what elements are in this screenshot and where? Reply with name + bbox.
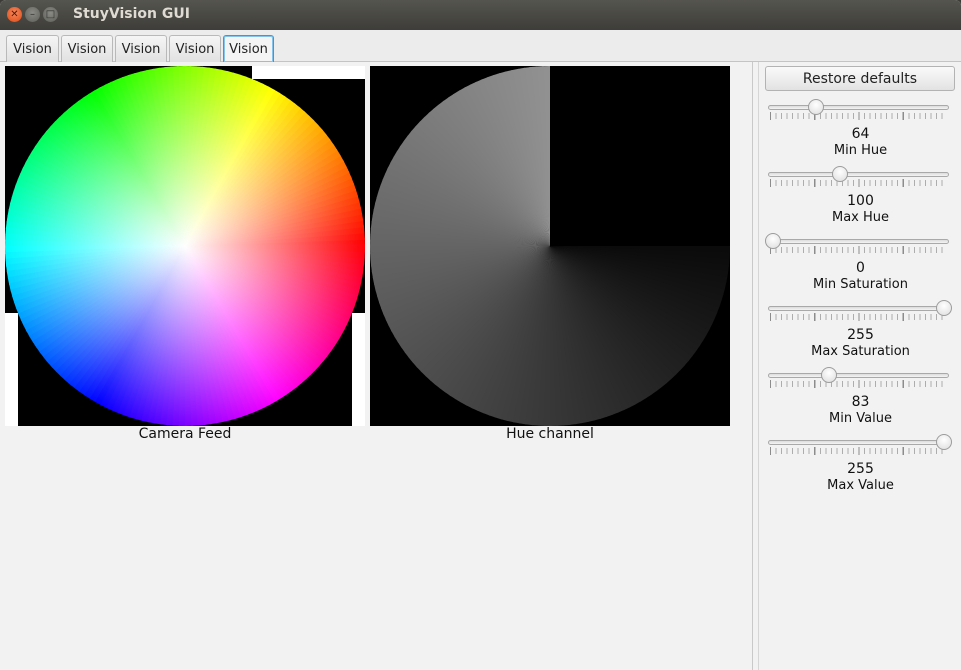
minimize-icon[interactable]: – bbox=[25, 7, 40, 22]
slider-label: Min Saturation bbox=[813, 277, 908, 292]
tab-vision-2[interactable]: Vision bbox=[61, 35, 113, 62]
controls-panel: Restore defaults 64 Min Hue 100 Max Hue 0 Min… bbox=[760, 62, 961, 670]
slider-value: 0 bbox=[856, 260, 865, 276]
slider-track[interactable] bbox=[768, 239, 949, 244]
panel-divider[interactable] bbox=[752, 62, 753, 670]
tab-vision-3[interactable]: Vision bbox=[115, 35, 167, 62]
slider-thumb[interactable] bbox=[936, 434, 952, 450]
slider-major-ticks bbox=[770, 380, 947, 388]
slider-min-saturation[interactable] bbox=[765, 233, 949, 255]
slider-max-hue[interactable] bbox=[768, 166, 949, 188]
slider-major-ticks bbox=[770, 112, 947, 120]
slider-track[interactable] bbox=[768, 105, 949, 110]
slider-track[interactable] bbox=[768, 172, 949, 177]
close-icon[interactable]: ✕ bbox=[7, 7, 22, 22]
panel-divider-edge bbox=[758, 62, 759, 670]
slider-min-value[interactable] bbox=[768, 367, 949, 389]
camera-feed-image bbox=[5, 66, 365, 426]
slider-thumb[interactable] bbox=[831, 166, 848, 182]
tab-vision-4[interactable]: Vision bbox=[169, 35, 221, 62]
window-title: StuyVision GUI bbox=[73, 6, 190, 22]
restore-defaults-button[interactable]: Restore defaults bbox=[765, 66, 955, 91]
slider-min-hue[interactable] bbox=[768, 99, 949, 121]
app-window: ✕ – □ StuyVision GUI Vision Vision Visio… bbox=[0, 0, 961, 670]
tab-vision-1[interactable]: Vision bbox=[6, 35, 59, 62]
slider-value: 100 bbox=[847, 193, 874, 209]
slider-track[interactable] bbox=[768, 373, 949, 378]
slider-label: Max Saturation bbox=[811, 344, 910, 359]
slider-major-ticks bbox=[770, 179, 947, 187]
maximize-icon[interactable]: □ bbox=[43, 7, 58, 22]
slider-label: Min Hue bbox=[833, 143, 888, 158]
content-area: Camera Feed Hue channel Restore defaults… bbox=[0, 62, 961, 670]
slider-label: Min Value bbox=[829, 411, 892, 426]
slider-label: Max Hue bbox=[831, 210, 890, 225]
slider-track[interactable] bbox=[768, 440, 949, 445]
slider-max-saturation[interactable] bbox=[768, 300, 952, 322]
tab-bar: Vision Vision Vision Vision Vision bbox=[0, 30, 961, 62]
slider-thumb[interactable] bbox=[765, 233, 781, 249]
slider-value: 255 bbox=[847, 461, 874, 477]
hue-channel-image bbox=[370, 66, 730, 426]
slider-label: Max Value bbox=[827, 478, 894, 493]
title-bar: ✕ – □ StuyVision GUI bbox=[0, 0, 961, 30]
slider-thumb[interactable] bbox=[807, 99, 824, 115]
tab-vision-5[interactable]: Vision bbox=[223, 35, 274, 62]
slider-value: 255 bbox=[847, 327, 874, 343]
slider-track[interactable] bbox=[768, 306, 949, 311]
camera-feed-caption: Camera Feed bbox=[138, 426, 232, 442]
slider-value: 64 bbox=[851, 126, 870, 142]
slider-major-ticks bbox=[770, 246, 947, 254]
slider-thumb[interactable] bbox=[936, 300, 952, 316]
hue-channel-graphic bbox=[370, 66, 730, 426]
slider-major-ticks bbox=[770, 313, 947, 321]
hue-channel-caption: Hue channel bbox=[506, 426, 594, 442]
slider-value: 83 bbox=[851, 394, 870, 410]
slider-max-value[interactable] bbox=[768, 434, 952, 456]
slider-major-ticks bbox=[770, 447, 947, 455]
camera-feed-graphic bbox=[5, 66, 365, 426]
